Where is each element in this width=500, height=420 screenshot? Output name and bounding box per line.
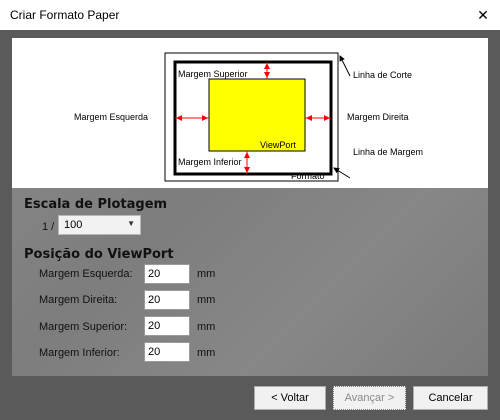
right-margin-input[interactable] <box>144 290 190 310</box>
plot-scale-value: 100 <box>64 219 83 231</box>
label-top-margin: Margem Superior <box>178 69 248 79</box>
top-margin-label: Margem Superior: <box>39 321 128 333</box>
back-button[interactable]: < Voltar <box>254 386 326 410</box>
close-icon: ✕ <box>477 6 489 23</box>
viewport-position-title: Posição do ViewPort <box>24 247 174 262</box>
label-viewport: ViewPort <box>260 140 296 150</box>
top-margin-unit: mm <box>197 321 216 333</box>
left-margin-unit: mm <box>197 268 216 280</box>
chevron-down-icon: ▼ <box>127 219 135 228</box>
label-margin-line: Linha de Margem <box>353 147 424 157</box>
margin-diagram: Margem Superior Margem Esquerda Margem D… <box>12 38 488 188</box>
right-margin-unit: mm <box>197 294 216 306</box>
plot-scale-title: Escala de Plotagem <box>24 197 168 212</box>
left-margin-input[interactable] <box>144 264 190 284</box>
dialog-window: Criar Formato Paper ✕ Margem Superior Ma… <box>0 0 500 420</box>
label-right-margin: Margem Direita <box>347 112 409 122</box>
left-margin-label: Margem Esquerda: <box>39 268 133 280</box>
window-title: Criar Formato Paper <box>10 8 120 22</box>
next-button[interactable]: Avançar > <box>333 386 406 410</box>
scale-prefix: 1 / <box>42 221 55 233</box>
label-cut-line: Linha de Corte <box>353 70 413 80</box>
close-button[interactable]: ✕ <box>466 0 500 30</box>
bottom-margin-label: Margem Inferior: <box>39 347 120 359</box>
label-bottom-margin: Margem Inferior <box>178 157 242 167</box>
label-format: Formato <box>291 171 325 181</box>
cancel-button[interactable]: Cancelar <box>413 386 488 410</box>
top-margin-input[interactable] <box>144 316 190 336</box>
bottom-margin-input[interactable] <box>144 342 190 362</box>
plot-scale-select[interactable]: 100 ▼ <box>58 215 141 235</box>
label-left-margin: Margem Esquerda <box>74 112 149 122</box>
right-margin-label: Margem Direita: <box>39 294 118 306</box>
bottom-margin-unit: mm <box>197 347 216 359</box>
title-bar: Criar Formato Paper ✕ <box>0 0 500 31</box>
